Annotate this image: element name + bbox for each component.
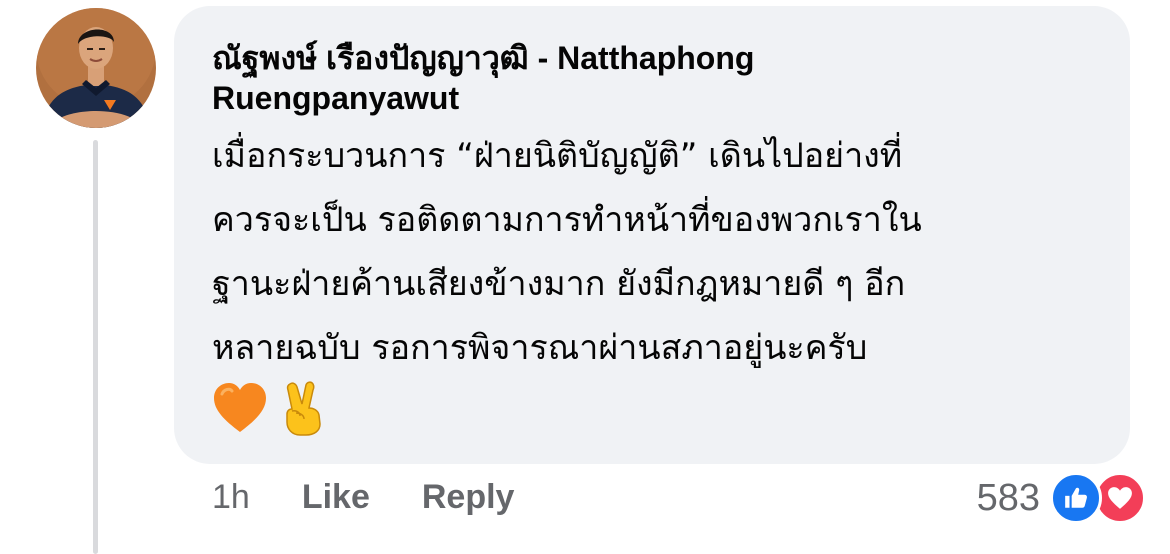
thread-line: [93, 140, 98, 554]
like-button[interactable]: Like: [302, 478, 370, 517]
comment-timestamp[interactable]: 1h: [212, 478, 250, 517]
reactions-summary[interactable]: 583: [977, 472, 1146, 524]
orange-heart-icon: [212, 382, 268, 438]
comment-text: เมื่อกระบวนการ “ฝ่ายนิติบัญญัติ” เดินไปอ…: [212, 136, 922, 368]
author-name[interactable]: ณัฐพงษ์ เรืองปัญญาวุฒิ - Natthaphong Rue…: [212, 38, 932, 118]
emoji-row: [212, 380, 1100, 440]
comment-actions: 1h Like Reply: [212, 478, 514, 517]
author-avatar[interactable]: [36, 8, 156, 128]
reply-button[interactable]: Reply: [422, 478, 515, 517]
reaction-count: 583: [976, 476, 1040, 519]
victory-hand-icon: [280, 380, 326, 440]
like-reaction-icon: [1050, 472, 1102, 524]
comment-bubble: ณัฐพงษ์ เรืองปัญญาวุฒิ - Natthaphong Rue…: [174, 6, 1130, 464]
